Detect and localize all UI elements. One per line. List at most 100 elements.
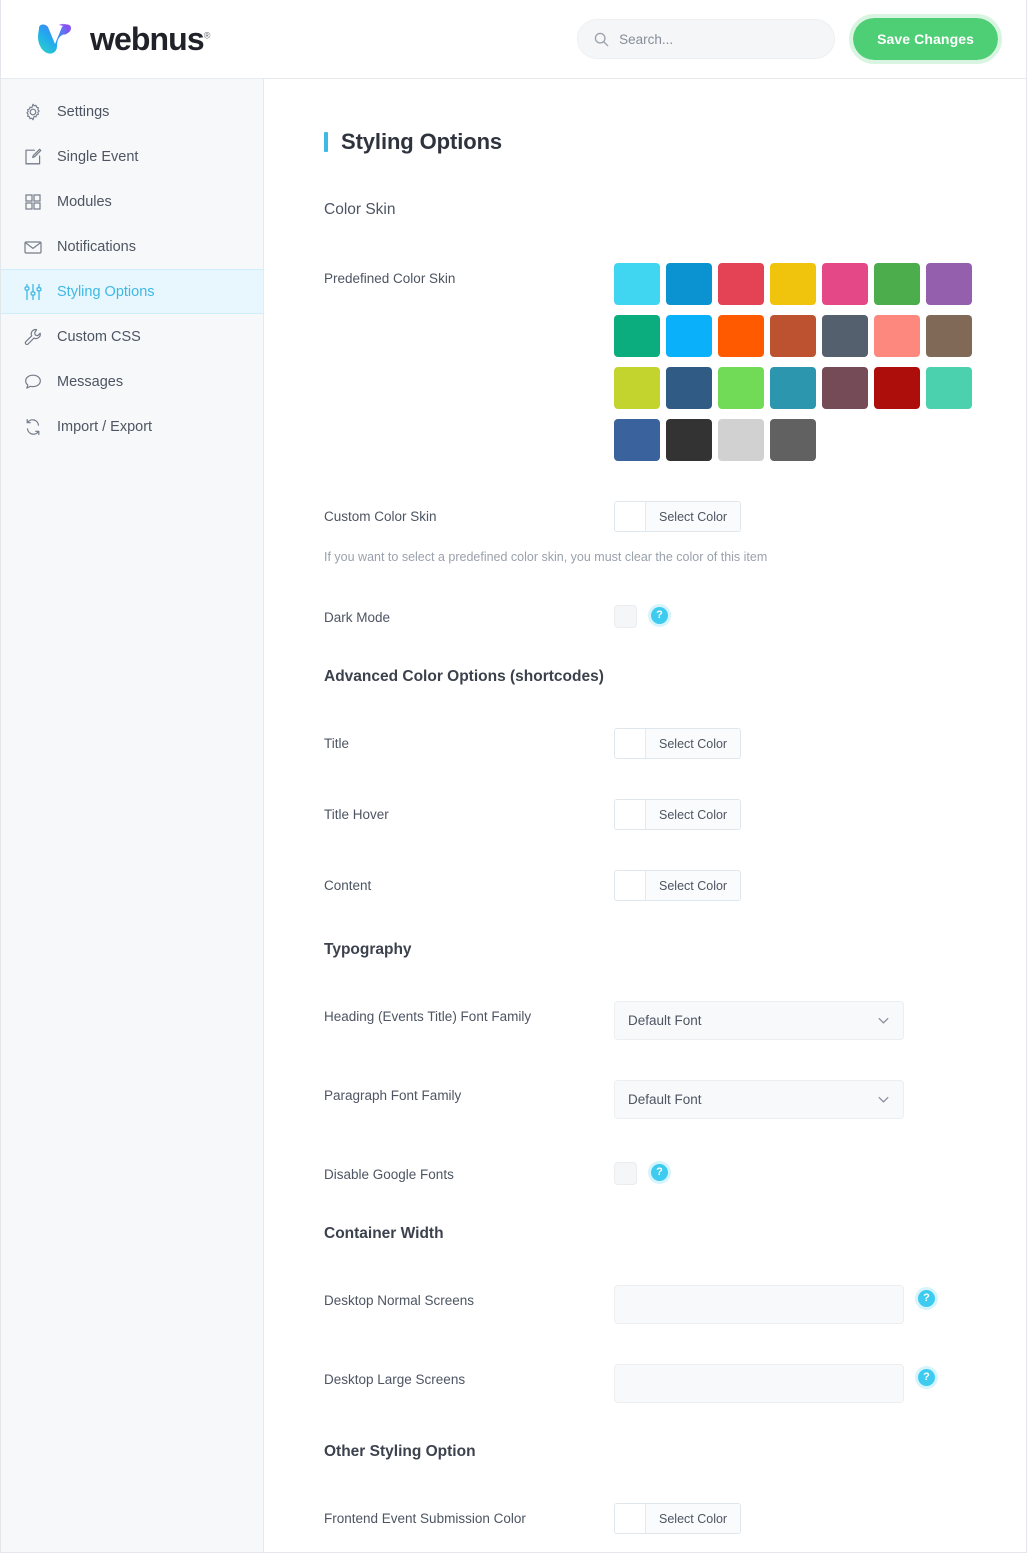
color-swatch[interactable] — [822, 367, 868, 409]
color-swatch[interactable] — [770, 419, 816, 461]
color-picker-label: Select Color — [646, 871, 741, 900]
sidebar-item-label: Modules — [57, 193, 112, 210]
color-swatch[interactable] — [770, 367, 816, 409]
section-heading-container-width: Container Width — [324, 1225, 444, 1242]
paragraph-font-select[interactable]: Default Font — [614, 1080, 904, 1119]
color-swatch[interactable] — [666, 419, 712, 461]
color-picker-label: Select Color — [646, 1504, 741, 1533]
sidebar-item-custom-css[interactable]: Custom CSS — [1, 314, 263, 359]
color-swatch[interactable] — [822, 263, 868, 305]
sidebar-item-notifications[interactable]: Notifications — [1, 224, 263, 269]
color-swatch[interactable] — [874, 315, 920, 357]
field-control: Default Font — [614, 1001, 966, 1040]
color-swatch[interactable] — [718, 315, 764, 357]
color-preview-swatch — [615, 729, 646, 758]
search-box[interactable] — [577, 19, 836, 59]
color-picker-content[interactable]: Select Color — [614, 870, 742, 901]
field-disable-google-fonts: Disable Google Fonts ? — [324, 1159, 966, 1185]
color-swatch[interactable] — [874, 263, 920, 305]
color-swatch[interactable] — [666, 263, 712, 305]
field-label: Content — [324, 878, 372, 893]
desktop-normal-screens-input[interactable] — [614, 1285, 904, 1324]
help-icon[interactable]: ? — [918, 1290, 935, 1307]
field-label: Predefined Color Skin — [324, 271, 456, 286]
custom-color-hint: If you want to select a predefined color… — [324, 550, 768, 564]
color-swatch[interactable] — [614, 419, 660, 461]
field-control: ? — [614, 1159, 966, 1185]
color-swatch[interactable] — [770, 315, 816, 357]
color-picker-label: Select Color — [646, 502, 741, 531]
color-swatch[interactable] — [718, 263, 764, 305]
sliders-icon — [24, 283, 42, 300]
color-swatch[interactable] — [926, 315, 972, 357]
dark-mode-checkbox[interactable] — [614, 605, 637, 628]
sidebar-item-import-export[interactable]: Import / Export — [1, 404, 263, 449]
field-heading-font-family: Heading (Events Title) Font Family Defau… — [324, 1001, 966, 1040]
chevron-down-icon — [878, 1096, 889, 1103]
color-swatch[interactable] — [822, 315, 868, 357]
color-picker-title-hover[interactable]: Select Color — [614, 799, 742, 830]
color-swatch-grid — [614, 263, 984, 461]
sidebar-item-messages[interactable]: Messages — [1, 359, 263, 404]
color-swatch[interactable] — [666, 367, 712, 409]
color-swatch[interactable] — [666, 315, 712, 357]
field-control: ? — [614, 1285, 966, 1324]
field-desktop-normal-screens: Desktop Normal Screens ? — [324, 1285, 966, 1324]
field-control: Default Font — [614, 1080, 966, 1119]
field-label: Heading (Events Title) Font Family — [324, 1009, 532, 1024]
desktop-large-screens-input[interactable] — [614, 1364, 904, 1403]
field-custom-color-skin: Custom Color Skin Select Color — [324, 501, 966, 532]
sidebar-item-label: Settings — [57, 103, 110, 120]
heading-font-value: Default Font — [628, 1013, 702, 1028]
field-label: Frontend Event Submission Color — [324, 1511, 526, 1526]
field-dark-mode: Dark Mode ? — [324, 602, 966, 628]
sidebar-item-label: Styling Options — [57, 283, 155, 300]
color-picker-custom-skin[interactable]: Select Color — [614, 501, 742, 532]
sidebar-item-label: Messages — [57, 373, 124, 390]
speech-bubble-icon — [25, 374, 41, 389]
color-preview-swatch — [615, 871, 646, 900]
color-swatch[interactable] — [718, 419, 764, 461]
color-picker-label: Select Color — [646, 729, 741, 758]
color-swatch[interactable] — [926, 263, 972, 305]
color-swatch[interactable] — [926, 367, 972, 409]
sidebar-item-settings[interactable]: Settings — [1, 89, 263, 134]
heading-font-select[interactable]: Default Font — [614, 1001, 904, 1040]
main-content: Styling Options Color Skin Predefined Co… — [264, 79, 1026, 1552]
app-header: webnus® Save Changes — [1, 0, 1026, 79]
field-control: Select Color — [614, 870, 966, 901]
search-input[interactable] — [619, 31, 819, 47]
field-paragraph-font-family: Paragraph Font Family Default Font — [324, 1080, 966, 1119]
sidebar-item-single-event[interactable]: Single Event — [1, 134, 263, 179]
color-swatch[interactable] — [770, 263, 816, 305]
section-heading-advanced-color: Advanced Color Options (shortcodes) — [324, 668, 604, 685]
disable-google-fonts-checkbox[interactable] — [614, 1162, 637, 1185]
chevron-down-icon — [878, 1017, 889, 1024]
app-window: webnus® Save Changes Settings — [0, 0, 1027, 1553]
color-swatch[interactable] — [614, 263, 660, 305]
help-icon[interactable]: ? — [918, 1369, 935, 1386]
sidebar-item-modules[interactable]: Modules — [1, 179, 263, 224]
color-picker-label: Select Color — [646, 800, 741, 829]
color-swatch[interactable] — [874, 367, 920, 409]
color-swatch[interactable] — [614, 315, 660, 357]
color-picker-frontend-submission[interactable]: Select Color — [614, 1503, 742, 1534]
grid-icon — [25, 193, 41, 210]
envelope-icon — [24, 240, 42, 254]
field-content-color: Content Select Color — [324, 870, 966, 901]
color-preview-swatch — [615, 502, 646, 531]
paragraph-font-value: Default Font — [628, 1092, 702, 1107]
color-picker-title[interactable]: Select Color — [614, 728, 742, 759]
field-control — [614, 263, 984, 461]
color-swatch[interactable] — [614, 367, 660, 409]
brand-logo[interactable]: webnus® — [35, 22, 210, 56]
color-swatch[interactable] — [718, 367, 764, 409]
sidebar-item-styling-options[interactable]: Styling Options — [1, 269, 263, 314]
help-icon[interactable]: ? — [651, 1164, 668, 1181]
field-control: Select Color — [614, 728, 966, 759]
sync-arrows-icon — [26, 418, 40, 435]
save-changes-button[interactable]: Save Changes — [849, 14, 1002, 64]
field-frontend-event-submission-color: Frontend Event Submission Color Select C… — [324, 1503, 966, 1534]
section-heading-typography: Typography — [324, 941, 412, 958]
help-icon[interactable]: ? — [651, 607, 668, 624]
